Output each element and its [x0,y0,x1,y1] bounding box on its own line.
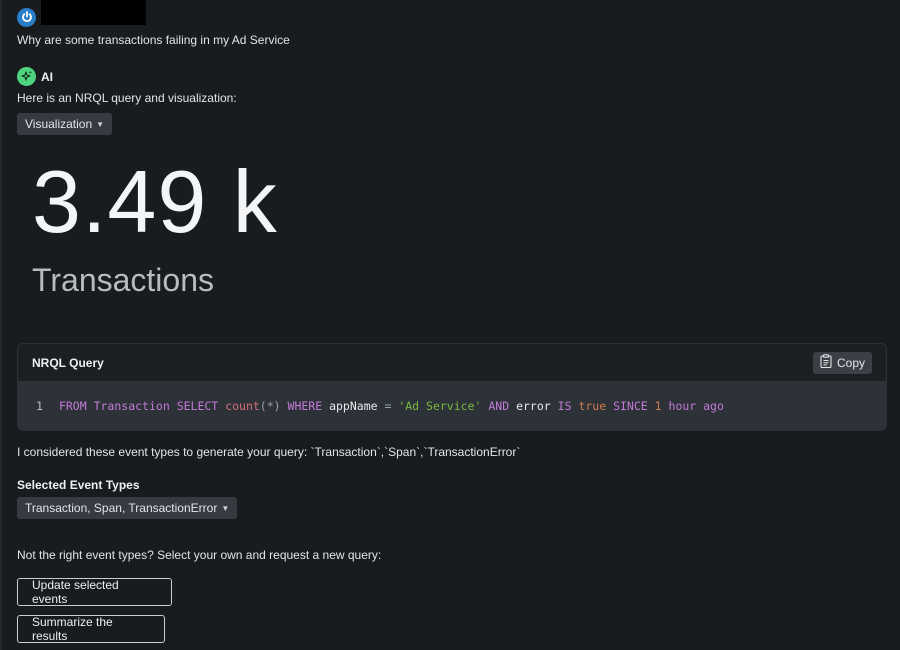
not-right-text: Not the right event types? Select your o… [17,548,382,562]
query-card-title: NRQL Query [32,355,104,370]
query-card-header: NRQL Query Copy [18,344,886,381]
billboard-value: 3.49 k [32,152,278,251]
code-token: WHERE [287,398,323,413]
visualization-dropdown-label: Visualization [25,117,93,131]
code-token: (*) [259,398,281,413]
event-types-dropdown-label: Transaction, Span, TransactionError [25,501,218,515]
code-token: = [377,398,399,413]
chevron-down-icon: ▼ [96,119,105,129]
line-number: 1 [36,398,43,413]
code-token: SINCE [613,398,648,413]
summarize-results-button[interactable]: Summarize the results [17,615,165,643]
visualization-dropdown[interactable]: Visualization ▼ [17,113,113,135]
code-token: error [516,398,551,413]
code-token: true [578,398,607,413]
code-token: Transaction [93,398,170,413]
code-token: SELECT [176,398,219,413]
redacted-username [41,0,146,25]
selected-event-types-title: Selected Event Types [17,478,140,492]
code-token: 'Ad Service' [398,398,482,413]
query-code[interactable]: 1 FROM Transaction SELECT count(*) WHERE… [18,381,886,430]
ai-message-header: AI [17,67,53,86]
considered-event-types-text: I considered these event types to genera… [17,445,521,459]
panel-left-border [0,0,2,650]
code-token: IS [557,398,572,413]
chevron-down-icon: ▼ [221,503,230,513]
power-icon [17,7,36,27]
code-token: count [225,398,260,413]
billboard-label: Transactions [32,262,214,298]
clipboard-icon [820,354,832,371]
event-types-dropdown[interactable]: Transaction, Span, TransactionError ▼ [17,497,238,519]
code-token: 1 [654,398,662,413]
user-message-header [17,7,36,27]
code-token: hour ago [668,398,724,413]
ai-label: AI [41,69,53,84]
code-token: FROM [58,398,87,413]
copy-label: Copy [836,355,865,370]
user-question: Why are some transactions failing in my … [17,33,290,47]
code-token: appName [329,398,378,413]
query-code-line: FROM Transaction SELECT count(*) WHERE a… [59,399,724,413]
nrql-query-card: NRQL Query Copy 1 FROM Transaction SELEC… [17,343,887,431]
ai-intro-text: Here is an NRQL query and visualization: [17,91,237,105]
code-token: AND [488,398,510,413]
copy-button[interactable]: Copy [812,351,872,374]
sparkle-icon [17,67,36,86]
update-selected-events-button[interactable]: Update selected events [17,578,172,606]
